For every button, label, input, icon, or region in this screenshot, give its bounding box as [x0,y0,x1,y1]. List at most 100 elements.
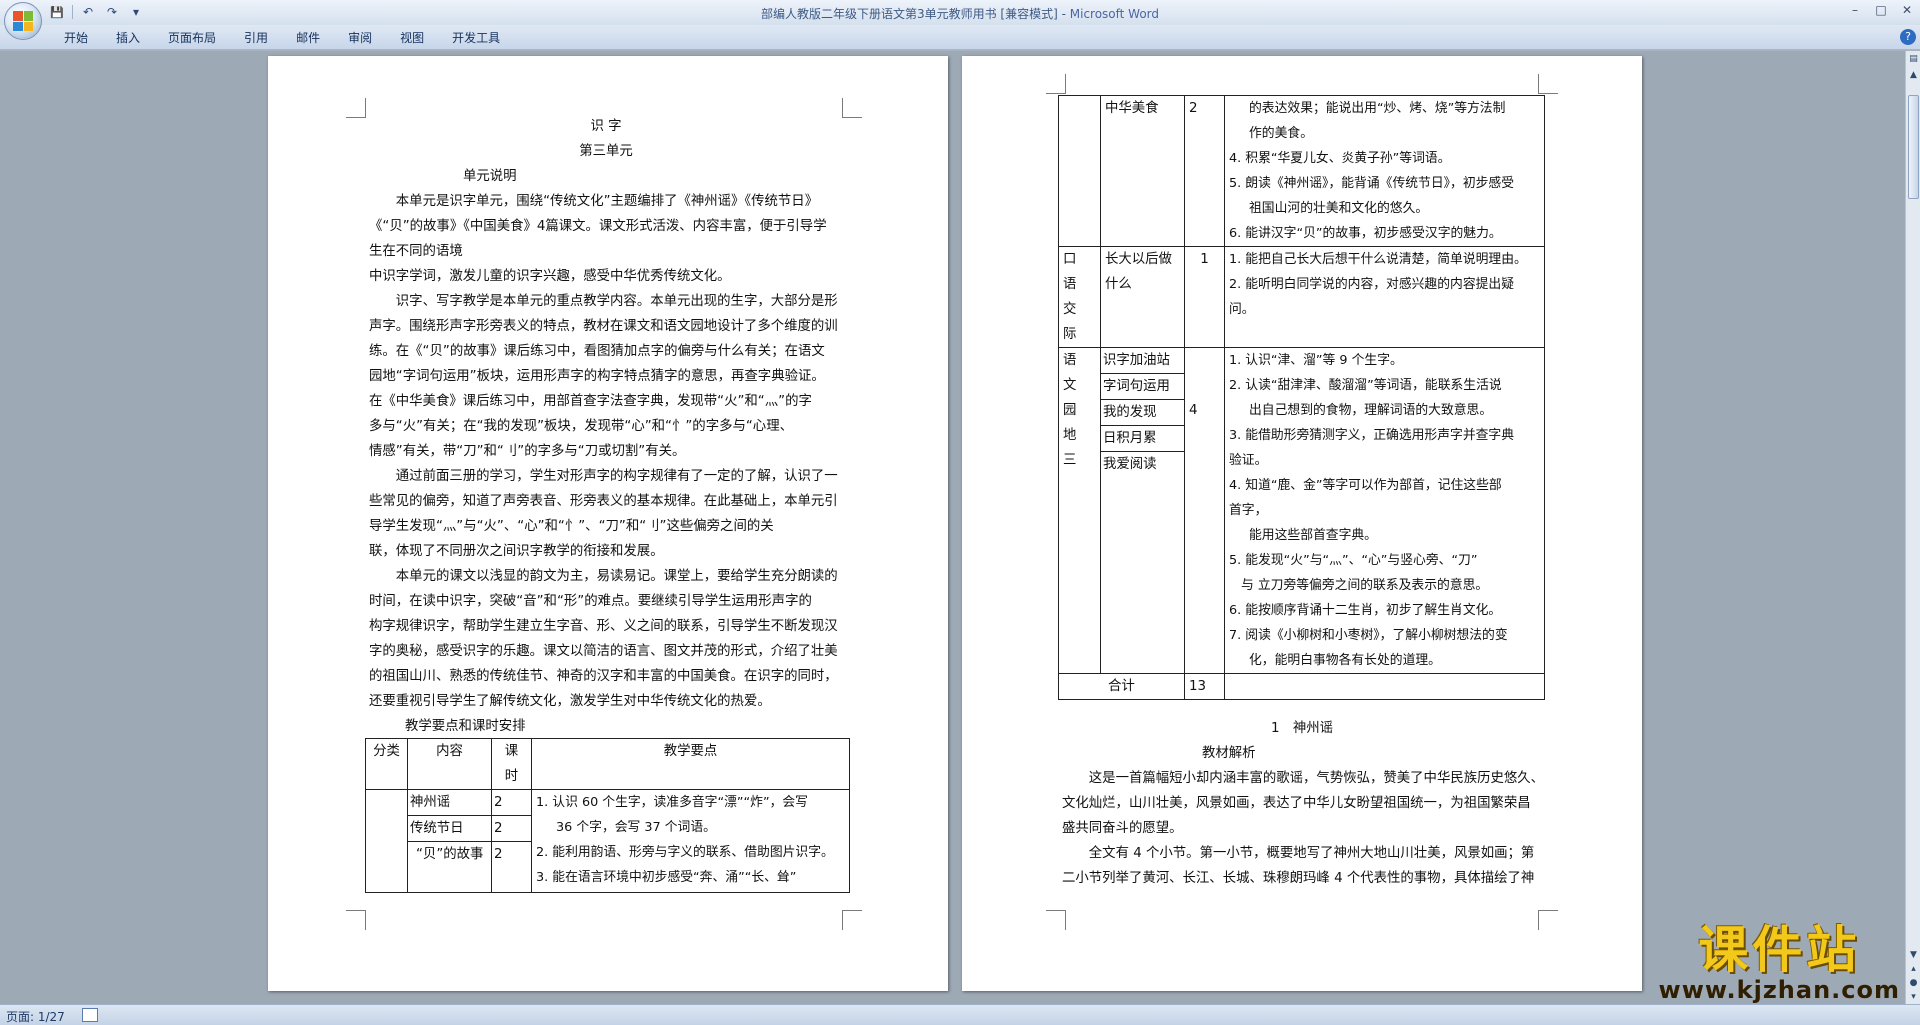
table-row: 语文园地三 识字加油站 字词句运用 我的发现 日积月累 我爱阅读 4 1. 认识… [1058,347,1545,674]
page-counter[interactable]: 页面: 1/27 [6,1008,65,1025]
crop-mark [346,910,366,930]
tab-home[interactable]: 开始 [50,29,102,47]
header-points: 教学要点 [531,738,850,790]
heading-unit-description: 单元说明 [463,169,517,184]
undo-icon: ↶ [82,5,94,19]
tab-view[interactable]: 视图 [386,29,438,47]
table-total-row: 合计 13 [1058,673,1545,700]
paragraph-line: 还要重视引导学生了解传统文化，激发学生对中华传统文化的热爱。 [369,694,771,709]
paragraph-line: 情感”有关，带“刀”和“刂”的字多与“刀或切割”有关。 [369,444,686,459]
point-line: 5. 能发现“火”与“灬”、“心”与竖心旁、“刀” [1229,553,1478,568]
page-2-text: 1 神州谣 教材解析 这是一首篇幅短小却内涵丰富的歌谣，气势恢弘，赞美了中华民族… [1062,716,1545,891]
hours-cell: 4 [1184,347,1225,674]
redo-icon: ↷ [106,5,118,19]
scrollbar-thumb[interactable] [1908,95,1919,199]
paragraph-line: 在《中华美食》课后练习中，用部首查字法查字典，发现带“火”和“灬”的字 [369,394,812,409]
point-line: 6. 能讲汉字“贝”的故事，初步感受汉字的魅力。 [1229,226,1502,241]
customize-qat-button[interactable]: ▾ [127,4,145,20]
point-line: 1. 认识“津、溜”等 9 个生字。 [1229,353,1403,368]
total-points [1224,673,1545,700]
paragraph-line: 导学生发现“灬”与“火”、“心”和“忄”、“刀”和“刂”这些偏旁之间的关 [369,519,774,534]
point-line: 1. 能把自己长大后想干什么说清楚，简单说明理由。 [1229,252,1527,267]
ribbon: 开始 插入 页面布局 引用 邮件 审阅 视图 开发工具 ? [0,25,1920,50]
table-caption: 教学要点和课时安排 [405,719,526,734]
paragraph-line: 生在不同的语境 [369,244,463,259]
content-item: 我爱阅读 [1103,457,1157,472]
content-item: 我的发现 [1101,400,1184,426]
total-hours: 13 [1184,673,1225,700]
help-icon[interactable]: ? [1900,29,1916,45]
browse-object-icon[interactable]: ● [1908,977,1919,989]
scroll-up-icon[interactable]: ▲ [1908,69,1919,81]
paragraph-line: 园地“字词句运用”板块，运用形声字的构字特点猜字的意思，再查字典验证。 [369,369,825,384]
schedule-table: 分类 内容 课时 教学要点 神州谣 传统节日 “贝”的故事 2 2 2 1. 认… [365,738,850,893]
window-title: 部编人教版二年级下册语文第3单元教师用书 [兼容模式] - Microsoft … [760,7,1160,21]
point-line: 3. 能借助形旁猜测字义，正确选用形声字并查字典 [1229,428,1515,443]
close-button[interactable]: ✕ [1894,0,1920,20]
hours-item: 2 [492,816,531,842]
lesson-title: 1 神州谣 [1270,721,1334,736]
point-line: 2. 能利用韵语、形旁与字义的联系、借助图片识字。 [536,845,834,860]
point-line: 4. 知道“鹿、金”等字可以作为部首，记住这些部 [1229,478,1502,493]
point-line: 36 个字，会写 37 个词语。 [556,820,716,835]
category-cell [1058,95,1101,247]
category-cell [365,789,408,893]
tab-review[interactable]: 审阅 [334,29,386,47]
office-logo-icon [13,11,33,31]
paragraph-line: 这是一首篇幅短小却内涵丰富的歌谣，气势恢弘，赞美了中华民族历史悠久、 [1088,771,1545,786]
ribbon-tabs: 开始 插入 页面布局 引用 邮件 审阅 视图 开发工具 [50,29,514,47]
app-name: Microsoft Word [1069,7,1160,21]
save-button[interactable]: 💾 [48,4,66,20]
office-button[interactable] [4,2,42,40]
scroll-down-icon[interactable]: ▼ [1908,949,1919,961]
watermark-title: 课件站 [1698,921,1861,979]
next-page-icon[interactable]: ▾ [1908,991,1919,1003]
crop-mark [1538,910,1558,930]
paragraph-line: 中识字学词，激发儿童的识字兴趣，感受中华优秀传统文化。 [369,269,731,284]
content-item: 字词句运用 [1101,374,1184,400]
point-line: 2. 认读“甜津津、酸溜溜”等词语，能联系生活说 [1229,378,1502,393]
schedule-table-continued: 中华美食 2 的表达效果；能说出用“炒、烤、烧”等方法制 作的美食。 4. 积累… [1058,95,1545,700]
points-cell: 的表达效果；能说出用“炒、烤、烧”等方法制 作的美食。 4. 积累“华夏儿女、炎… [1224,95,1545,247]
previous-page-icon[interactable]: ▴ [1908,963,1919,975]
header-content: 内容 [407,738,492,790]
proofing-status-icon[interactable] [82,1008,98,1022]
point-line: 4. 积累“华夏儿女、炎黄子孙”等词语。 [1229,151,1451,166]
tab-references[interactable]: 引用 [230,29,282,47]
vertical-scrollbar[interactable]: ▤ ▲ ▼ ▴ ● ▾ [1905,51,1920,1004]
paragraph-line: 本单元的课文以浅显的韵文为主，易读易记。课堂上，要给学生充分朗读的 [395,569,838,584]
paragraph-line: 些常见的偏旁，知道了声旁表音、形旁表义的基本规律。在此基础上，本单元引 [369,494,838,509]
paragraph-line: 文化灿烂，山川壮美，风景如画，表达了中华儿女盼望祖国统一，为祖国繁荣昌 [1062,796,1531,811]
save-icon: 💾 [50,5,64,19]
paragraph-line: 练。在《“贝”的故事》课后练习中，看图猜加点字的偏旁与什么有关；在语文 [369,344,825,359]
content-cell: 识字加油站 字词句运用 我的发现 日积月累 我爱阅读 [1100,347,1185,674]
table-row: 中华美食 2 的表达效果；能说出用“炒、烤、烧”等方法制 作的美食。 4. 积累… [1058,95,1545,247]
tab-mailings[interactable]: 邮件 [282,29,334,47]
paragraph-line: 联，体现了不同册次之间识字教学的衔接和发展。 [369,544,664,559]
tab-insert[interactable]: 插入 [102,29,154,47]
qat-separator [72,5,73,19]
document-page-1[interactable]: 识 字 第三单元 单元说明 本单元是识字单元，围绕“传统文化”主题编排了《神州谣… [268,56,948,991]
crop-mark [842,910,862,930]
chevron-down-icon: ▾ [132,5,140,19]
paragraph-line: 识字、写字教学是本单元的重点教学内容。本单元出现的生字，大部分是形 [395,294,838,309]
hours-item: 2 [492,791,531,816]
undo-button[interactable]: ↶ [79,4,97,20]
maximize-button[interactable]: □ [1868,0,1894,20]
tab-developer[interactable]: 开发工具 [438,29,514,47]
redo-button[interactable]: ↷ [103,4,121,20]
minimize-button[interactable]: – [1842,0,1868,20]
point-line: 6. 能按顺序背诵十二生肖，初步了解生肖文化。 [1229,603,1502,618]
document-page-2[interactable]: 中华美食 2 的表达效果；能说出用“炒、烤、烧”等方法制 作的美食。 4. 积累… [962,56,1642,991]
paragraph-line: 《“贝”的故事》《中国美食》4篇课文。课文形式活泼、内容丰富，便于引导学 [369,219,827,234]
point-line: 验证。 [1229,453,1268,468]
point-line: 作的美食。 [1249,126,1313,141]
tab-page-layout[interactable]: 页面布局 [154,29,230,47]
content-item: 神州谣 [408,791,491,816]
point-line: 3. 能在语言环境中初步感受“奔、涌”“长、耸” [536,870,797,885]
ruler-toggle-icon[interactable]: ▤ [1908,53,1919,65]
paragraph-line: 字的奥秘，感受识字的乐趣。课文以简洁的语言、图文并茂的形式，介绍了壮美 [369,644,838,659]
document-name: 部编人教版二年级下册语文第3单元教师用书 [兼容模式] [760,7,1058,21]
point-line: 能用这些部首查字典。 [1249,528,1377,543]
crop-mark [842,98,862,118]
